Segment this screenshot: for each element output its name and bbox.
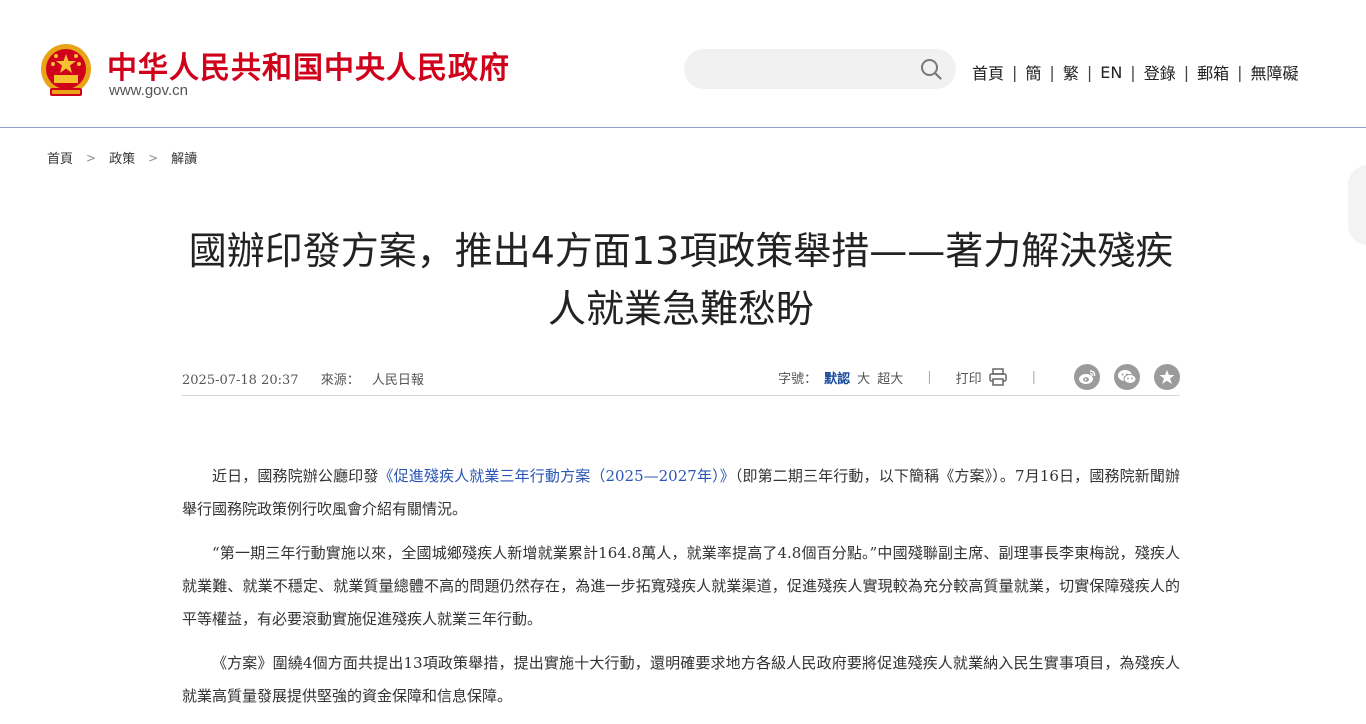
search-icon[interactable] xyxy=(920,58,942,80)
nav-traditional[interactable]: 繁 xyxy=(1063,60,1079,84)
printer-icon xyxy=(988,368,1007,386)
font-size-extra-large[interactable]: 超大 xyxy=(877,368,903,387)
paragraph-1-before: 近日，國務院辦公廳印發 xyxy=(212,467,379,485)
side-float-widget[interactable] xyxy=(1348,165,1366,245)
top-nav: 首頁 | 簡 | 繁 | EN | 登錄 | 郵箱 | 無障礙 xyxy=(972,60,1299,84)
source-label: 來源： xyxy=(320,373,360,388)
font-size-label: 字號： xyxy=(778,371,818,387)
article-meta: 2025-07-18 20:37 來源： 人民日報 字號： 默認 大 超大 | … xyxy=(182,360,1180,396)
chevron-right-icon: > xyxy=(86,150,97,165)
article-title: 國辦印發方案，推出4方面13項政策舉措——著力解決殘疾人就業急難愁盼 xyxy=(188,229,1174,331)
nav-mailbox[interactable]: 郵箱 xyxy=(1197,60,1229,84)
publish-date: 2025-07-18 20:37 xyxy=(182,373,299,388)
meta-tools: 字號： 默認 大 超大 | 打印 | xyxy=(778,364,1180,390)
nav-accessibility[interactable]: 無障礙 xyxy=(1251,60,1299,84)
source-value: 人民日報 xyxy=(371,373,424,388)
paragraph-3: 《方案》圍繞4個方面共提出13項政策舉措，提出實施十大行動，還明確要求地方各級人… xyxy=(182,654,1180,705)
favorite-star-icon xyxy=(1159,370,1175,384)
weibo-share-button[interactable] xyxy=(1074,364,1100,390)
font-size-default[interactable]: 默認 xyxy=(824,368,850,387)
nav-simplified[interactable]: 簡 xyxy=(1025,60,1041,84)
nav-separator: | xyxy=(1086,62,1093,82)
search-input[interactable] xyxy=(700,57,910,81)
paragraph-2: “第一期三年行動實施以來，全國城鄉殘疾人新增就業累計164.8萬人，就業率提高了… xyxy=(182,544,1180,628)
site-name[interactable]: 中华人民共和国中央人民政府 xyxy=(107,43,510,87)
weibo-icon xyxy=(1079,370,1096,384)
nav-login[interactable]: 登錄 xyxy=(1144,60,1176,84)
nav-separator: | xyxy=(1049,62,1055,82)
breadcrumb: 首頁 > 政策 > 解讀 xyxy=(47,148,197,168)
site-header: 中华人民共和国中央人民政府 www.gov.cn 首頁 | 簡 | 繁 | EN… xyxy=(0,0,1366,128)
article-body: 近日，國務院辦公廳印發《促進殘疾人就業三年行動方案（2025—2027年）》（即… xyxy=(182,460,1180,724)
chevron-right-icon: > xyxy=(148,150,159,165)
search-box[interactable] xyxy=(684,49,956,89)
meta-left: 2025-07-18 20:37 來源： 人民日報 xyxy=(182,369,424,388)
wechat-share-button[interactable] xyxy=(1114,364,1140,390)
print-button[interactable]: 打印 xyxy=(956,367,1008,387)
nav-separator: | xyxy=(1130,62,1136,82)
divider: | xyxy=(1031,369,1036,385)
plan-document-link[interactable]: 《促進殘疾人就業三年行動方案（2025—2027年）》 xyxy=(378,467,734,485)
nav-separator: | xyxy=(1237,62,1243,82)
nav-english[interactable]: EN xyxy=(1100,63,1122,82)
font-size-large[interactable]: 大 xyxy=(857,368,870,387)
breadcrumb-policy[interactable]: 政策 xyxy=(109,148,135,167)
nav-separator: | xyxy=(1012,62,1018,82)
breadcrumb-home[interactable]: 首頁 xyxy=(47,148,73,167)
paragraph-1: 近日，國務院辦公廳印發《促進殘疾人就業三年行動方案（2025—2027年）》（即… xyxy=(182,460,1180,526)
nav-separator: | xyxy=(1183,62,1190,82)
favorite-button[interactable] xyxy=(1154,364,1180,390)
divider: | xyxy=(927,369,932,385)
breadcrumb-interpretation[interactable]: 解讀 xyxy=(171,148,197,167)
site-url[interactable]: www.gov.cn xyxy=(109,82,188,99)
print-label: 打印 xyxy=(955,371,982,387)
nav-home[interactable]: 首頁 xyxy=(972,60,1004,84)
wechat-icon xyxy=(1118,370,1137,384)
national-emblem-icon[interactable] xyxy=(40,42,92,102)
